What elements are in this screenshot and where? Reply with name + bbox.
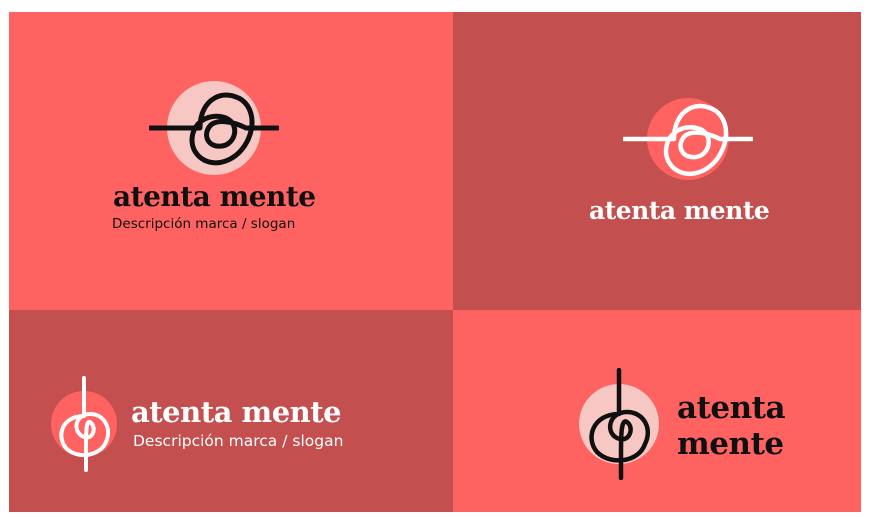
brand-slogan: Descripción marca / slogan (133, 432, 344, 450)
brand-name: atenta mente (589, 196, 770, 225)
brand-mark-horizontal (149, 81, 279, 175)
brand-name: atenta mente (131, 395, 342, 429)
logo-panel-coral-dark-text: atenta mente Descripción marca / slogan (9, 12, 453, 310)
brand-slogan: Descripción marca / slogan (112, 216, 296, 232)
logo-panel-dark-coral-white-text: atenta mente (453, 12, 861, 310)
logo-variations-board: atenta mente Descripción marca / slogan … (9, 12, 861, 512)
brand-name-line-2: mente (677, 426, 784, 462)
logo-panel-coral-dark-text-stacked: atenta mente (453, 310, 861, 512)
brand-mark-vertical (579, 368, 659, 480)
brand-mark-vertical (51, 376, 117, 472)
brand-mark-horizontal (623, 98, 753, 180)
logo-panel-dark-coral-white-text-with-slogan: atenta mente Descripción marca / slogan (9, 310, 453, 512)
brand-name: atenta mente (113, 180, 316, 213)
brand-name-line-1: atenta (677, 390, 786, 426)
